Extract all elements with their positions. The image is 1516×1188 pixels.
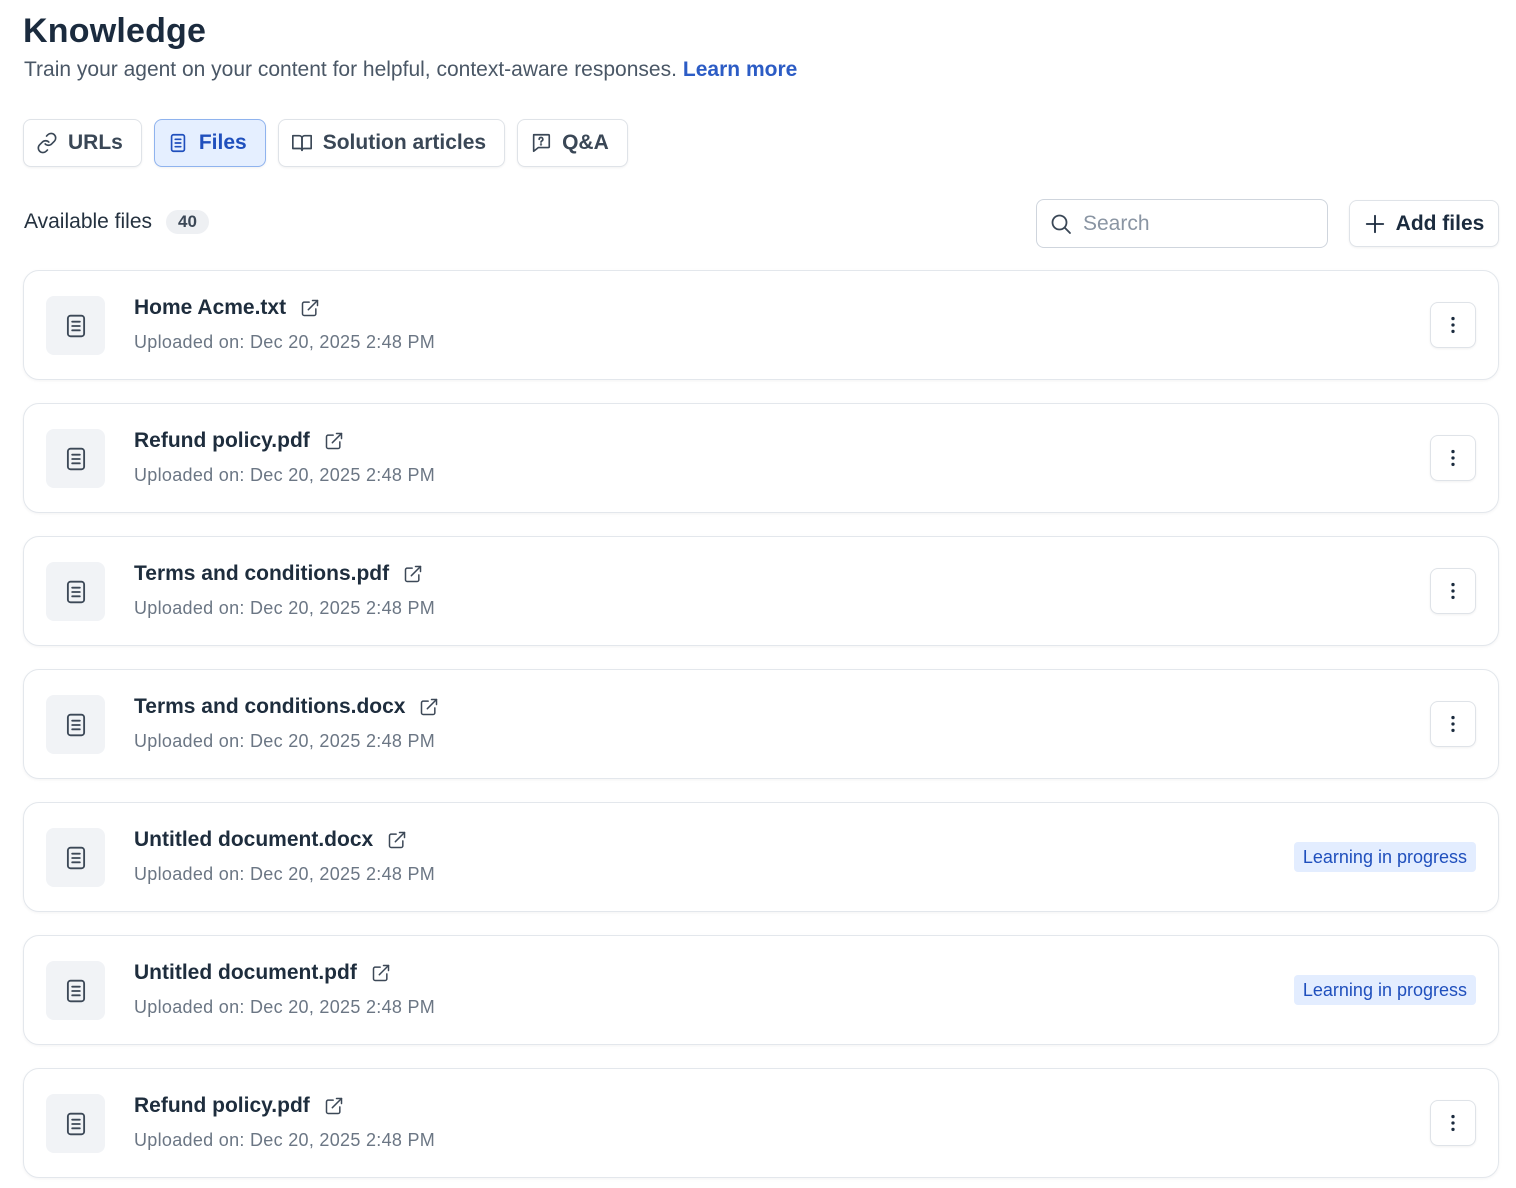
- book-icon: [291, 134, 312, 152]
- external-link-icon[interactable]: [403, 564, 423, 584]
- status-badge: Learning in progress: [1293, 842, 1476, 872]
- kebab-menu-icon: [1451, 1114, 1455, 1132]
- more-options-button[interactable]: [1430, 302, 1476, 348]
- file-name[interactable]: Untitled document.docx: [134, 828, 373, 852]
- kebab-menu-icon: [1451, 316, 1455, 334]
- document-icon: [66, 713, 85, 736]
- tab-label: Q&A: [562, 131, 609, 154]
- link-icon: [37, 132, 57, 154]
- document-icon: [66, 580, 85, 603]
- file-name-row: Home Acme.txt: [134, 296, 320, 320]
- external-link-icon[interactable]: [300, 298, 320, 318]
- document-icon: [66, 979, 85, 1002]
- source-tabs: URLs Files Solution articles Q&A: [23, 119, 628, 167]
- file-type-icon-box: [46, 429, 105, 488]
- files-header: Available files 40: [24, 210, 209, 234]
- file-type-icon-box: [46, 695, 105, 754]
- file-row[interactable]: Refund policy.pdf Uploaded on: Dec 20, 2…: [23, 1068, 1499, 1178]
- file-row[interactable]: Terms and conditions.docx Uploaded on: D…: [23, 669, 1499, 779]
- search-input[interactable]: [1083, 211, 1303, 236]
- more-options-button[interactable]: [1430, 435, 1476, 481]
- file-upload-date: Uploaded on: Dec 20, 2025 2:48 PM: [134, 864, 436, 884]
- tab-urls[interactable]: URLs: [23, 119, 142, 167]
- add-files-button[interactable]: Add files: [1349, 200, 1499, 247]
- files-count-badge: 40: [166, 210, 209, 234]
- file-name-row: Untitled document.docx: [134, 828, 407, 852]
- page-title: Knowledge: [23, 12, 207, 50]
- file-row[interactable]: Home Acme.txt Uploaded on: Dec 20, 2025 …: [23, 270, 1499, 380]
- document-icon: [66, 1112, 85, 1135]
- file-upload-date: Uploaded on: Dec 20, 2025 2:48 PM: [134, 731, 436, 751]
- file-row[interactable]: Terms and conditions.pdf Uploaded on: De…: [23, 536, 1499, 646]
- file-name[interactable]: Home Acme.txt: [134, 296, 286, 320]
- file-name-row: Refund policy.pdf: [134, 1094, 344, 1118]
- tab-qa[interactable]: Q&A: [517, 119, 628, 167]
- file-name-row: Untitled document.pdf: [134, 961, 391, 985]
- file-type-icon-box: [46, 296, 105, 355]
- document-icon: [66, 447, 85, 470]
- file-type-icon-box: [46, 828, 105, 887]
- file-upload-date: Uploaded on: Dec 20, 2025 2:48 PM: [134, 997, 436, 1017]
- file-upload-date: Uploaded on: Dec 20, 2025 2:48 PM: [134, 598, 436, 618]
- tab-solution-articles[interactable]: Solution articles: [277, 119, 506, 167]
- available-files-label: Available files: [24, 210, 153, 233]
- knowledge-page: Knowledge Train your agent on your conte…: [0, 0, 1516, 1188]
- search-box[interactable]: [1036, 199, 1328, 248]
- file-row[interactable]: Untitled document.pdf Uploaded on: Dec 2…: [23, 935, 1499, 1045]
- tab-label: Solution articles: [322, 131, 487, 154]
- more-options-button[interactable]: [1430, 568, 1476, 614]
- external-link-icon[interactable]: [324, 431, 344, 451]
- file-type-icon-box: [46, 961, 105, 1020]
- document-icon: [66, 846, 85, 869]
- file-upload-date: Uploaded on: Dec 20, 2025 2:48 PM: [134, 332, 436, 352]
- document-icon: [170, 133, 186, 153]
- tab-files[interactable]: Files: [153, 119, 266, 167]
- kebab-menu-icon: [1451, 449, 1455, 467]
- more-options-button[interactable]: [1430, 1100, 1476, 1146]
- external-link-icon[interactable]: [419, 697, 439, 717]
- file-name[interactable]: Untitled document.pdf: [134, 961, 357, 985]
- file-name[interactable]: Refund policy.pdf: [134, 429, 310, 453]
- file-name-row: Terms and conditions.pdf: [134, 562, 423, 586]
- file-upload-date: Uploaded on: Dec 20, 2025 2:48 PM: [134, 1130, 436, 1150]
- file-type-icon-box: [46, 562, 105, 621]
- kebab-menu-icon: [1451, 582, 1455, 600]
- file-name[interactable]: Terms and conditions.pdf: [134, 562, 389, 586]
- file-row[interactable]: Untitled document.docx Uploaded on: Dec …: [23, 802, 1499, 912]
- file-type-icon-box: [46, 1094, 105, 1153]
- plus-icon: [1365, 214, 1384, 233]
- add-files-label: Add files: [1395, 211, 1485, 235]
- tab-label: Files: [198, 131, 247, 154]
- learn-more-link[interactable]: Learn more: [683, 58, 797, 81]
- document-icon: [66, 314, 85, 337]
- file-name-row: Refund policy.pdf: [134, 429, 344, 453]
- file-list: Home Acme.txt Uploaded on: Dec 20, 2025 …: [23, 270, 1499, 1188]
- external-link-icon[interactable]: [371, 963, 391, 983]
- external-link-icon[interactable]: [387, 830, 407, 850]
- kebab-menu-icon: [1451, 715, 1455, 733]
- file-upload-date: Uploaded on: Dec 20, 2025 2:48 PM: [134, 465, 436, 485]
- search-icon: [1051, 214, 1071, 234]
- status-badge: Learning in progress: [1293, 975, 1476, 1005]
- file-name[interactable]: Terms and conditions.docx: [134, 695, 405, 719]
- more-options-button[interactable]: [1430, 701, 1476, 747]
- file-name[interactable]: Refund policy.pdf: [134, 1094, 310, 1118]
- page-subtitle: Train your agent on your content for hel…: [24, 58, 797, 82]
- external-link-icon[interactable]: [324, 1096, 344, 1116]
- tab-label: URLs: [68, 131, 123, 154]
- subtitle-text: Train your agent on your content for hel…: [24, 58, 677, 81]
- file-name-row: Terms and conditions.docx: [134, 695, 439, 719]
- question-chat-icon: [532, 133, 551, 153]
- file-row[interactable]: Refund policy.pdf Uploaded on: Dec 20, 2…: [23, 403, 1499, 513]
